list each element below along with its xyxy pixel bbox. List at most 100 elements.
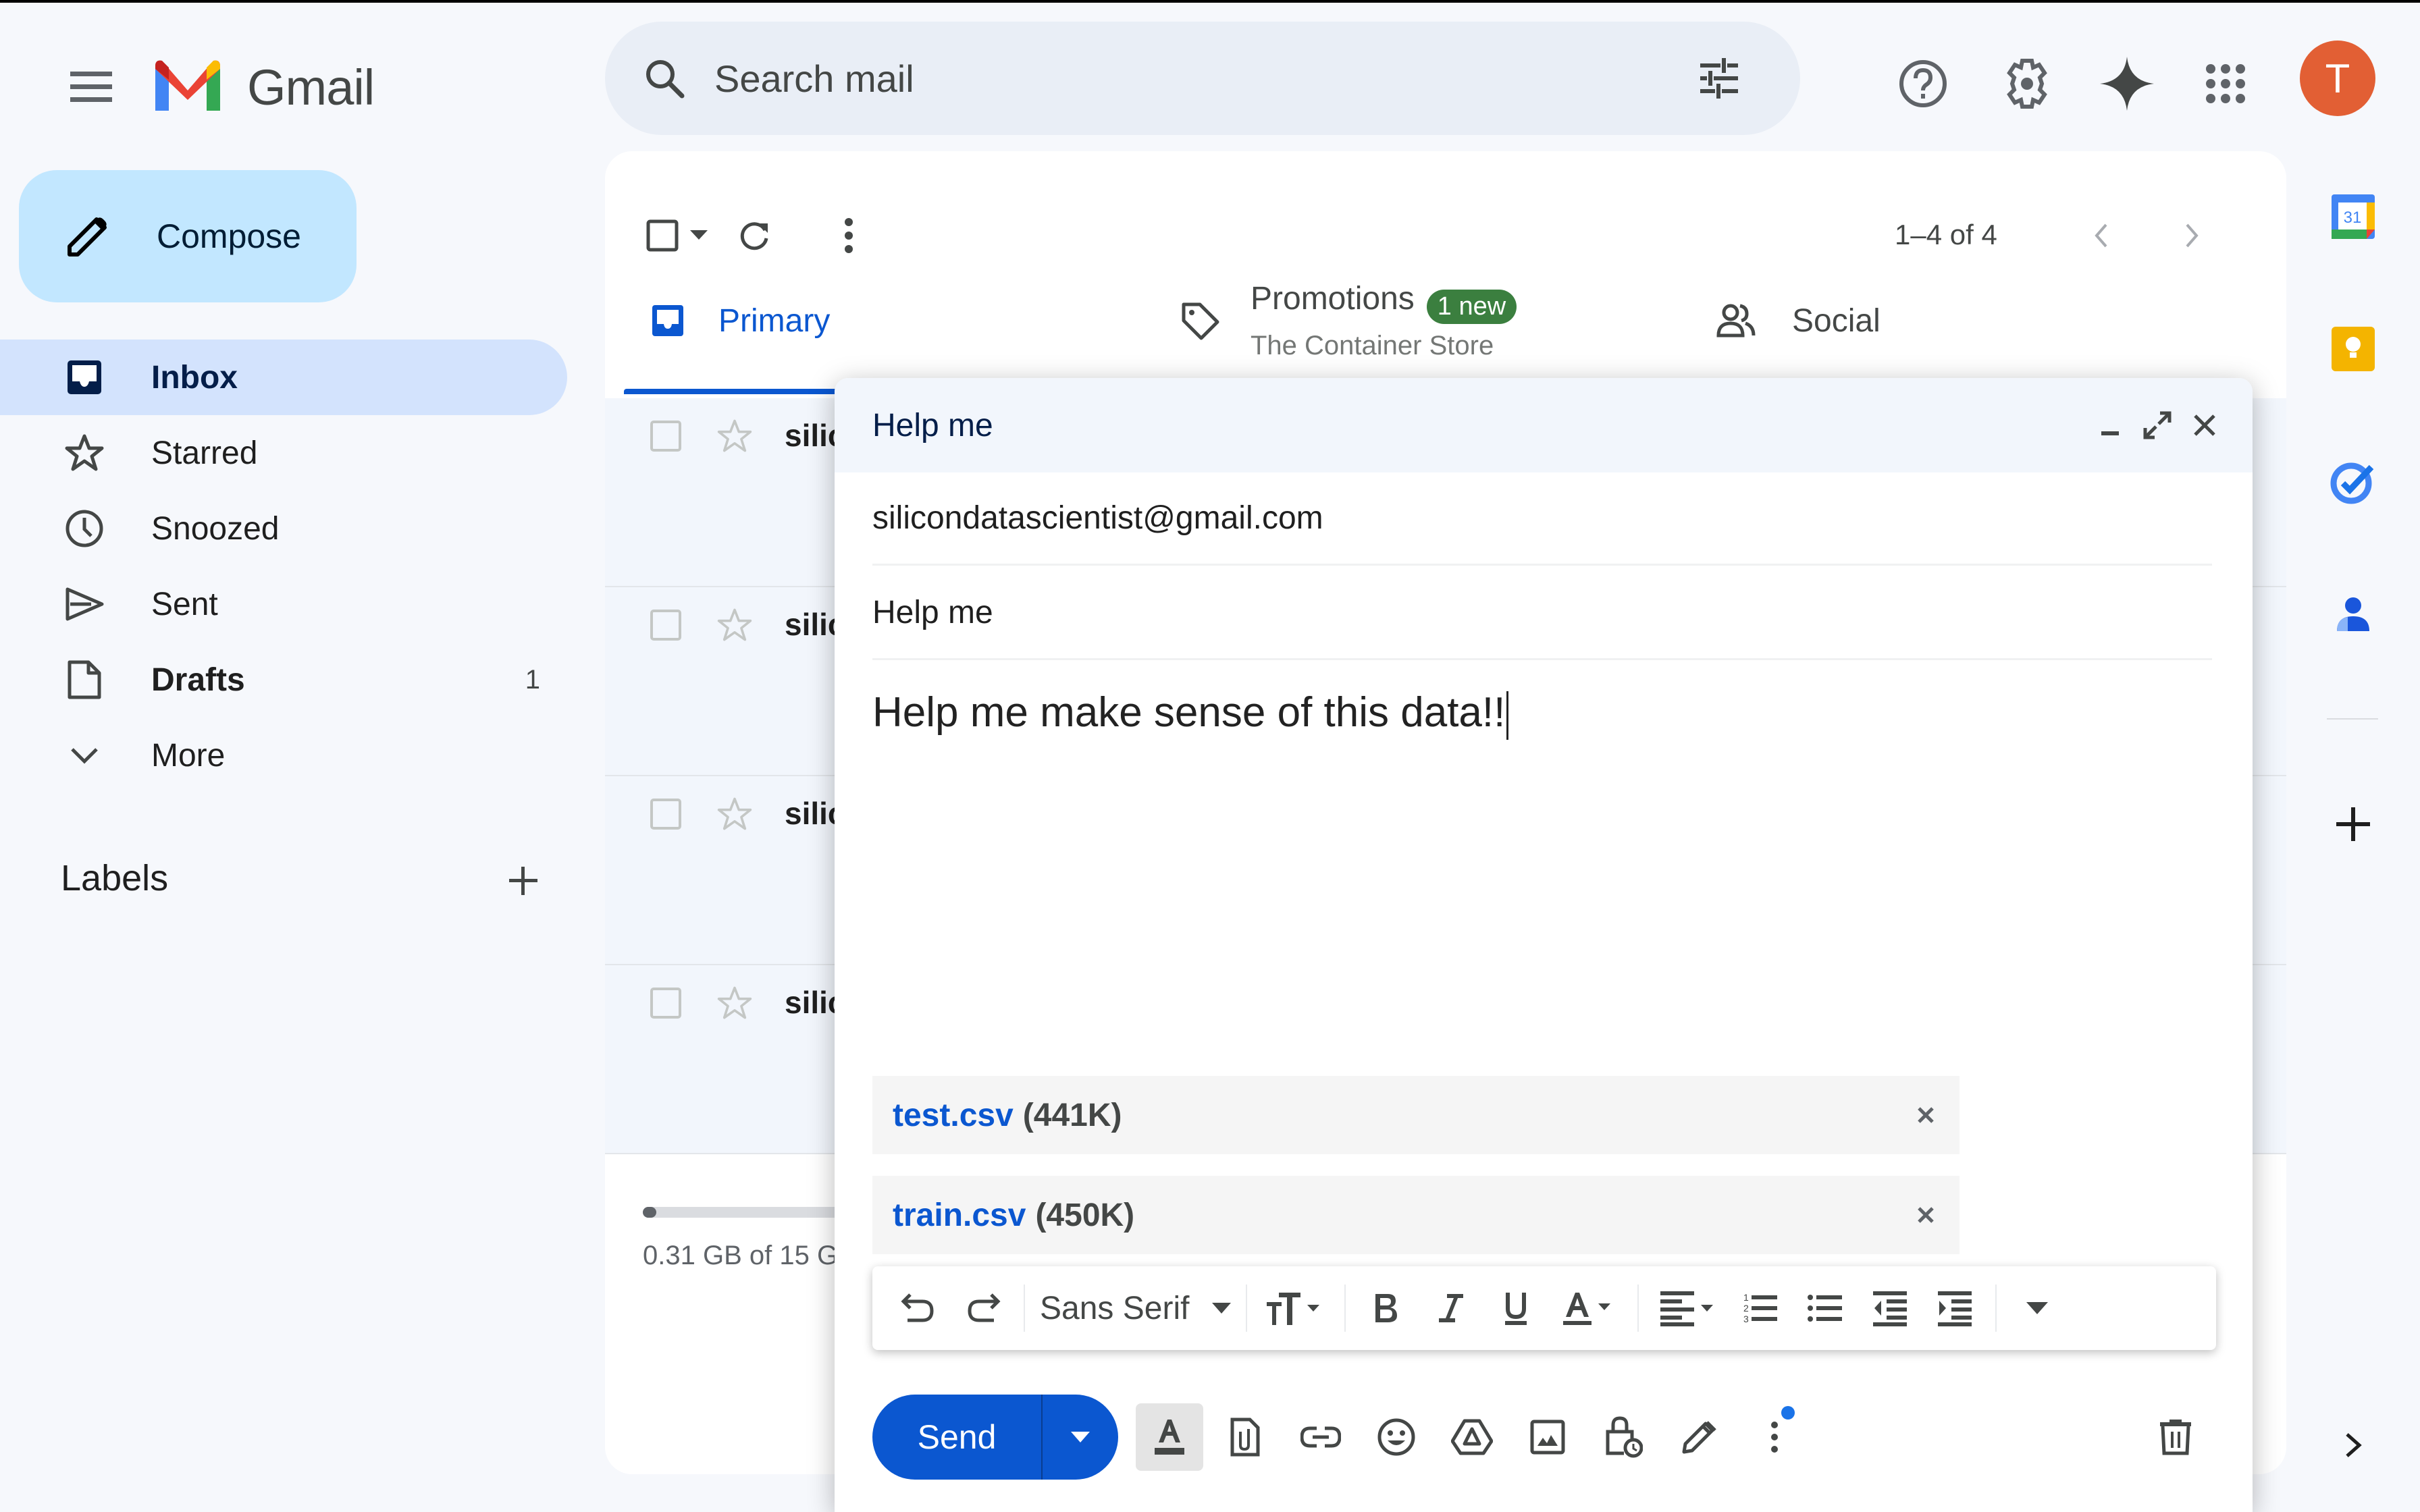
- bold-button[interactable]: [1354, 1276, 1419, 1341]
- refresh-button[interactable]: [724, 205, 785, 266]
- numbered-list-icon: 123: [1742, 1291, 1779, 1325]
- star-icon[interactable]: [716, 606, 754, 644]
- search-bar[interactable]: Search mail: [605, 22, 1800, 135]
- star-icon[interactable]: [716, 795, 754, 833]
- fullscreen-button[interactable]: [2134, 402, 2181, 449]
- confidential-mode-button[interactable]: [1589, 1403, 1657, 1471]
- italic-icon: [1438, 1291, 1465, 1325]
- message-body-text[interactable]: Help me make sense of this data!!: [872, 689, 1505, 736]
- sidebar-item-snoozed[interactable]: Snoozed: [0, 491, 567, 566]
- row-checkbox[interactable]: [647, 606, 685, 644]
- discard-draft-button[interactable]: [2142, 1403, 2209, 1471]
- more-options-button[interactable]: [818, 205, 879, 266]
- sidebar-item-label: More: [151, 737, 226, 774]
- keep-app-button[interactable]: [2323, 319, 2384, 379]
- tab-label: Social: [1792, 302, 1880, 339]
- formatting-options-button[interactable]: [1136, 1403, 1203, 1471]
- schedule-send-dropdown[interactable]: [1043, 1395, 1118, 1480]
- insert-drive-file-button[interactable]: [1438, 1403, 1506, 1471]
- row-checkbox[interactable]: [647, 417, 685, 455]
- older-button[interactable]: [2162, 205, 2223, 266]
- sidebar-item-count: 1: [525, 664, 540, 695]
- undo-button[interactable]: [886, 1276, 951, 1341]
- gmail-logo[interactable]: Gmail: [151, 50, 375, 124]
- sidebar-item-starred[interactable]: Starred: [0, 415, 567, 491]
- more-vert-icon: [1769, 1420, 1780, 1455]
- tab-social[interactable]: Social: [1712, 270, 1880, 371]
- insert-emoji-button[interactable]: [1363, 1403, 1430, 1471]
- attachment-name[interactable]: test.csv: [893, 1097, 1014, 1134]
- account-avatar[interactable]: T: [2300, 40, 2375, 116]
- attach-file-button[interactable]: [1211, 1403, 1279, 1471]
- main-menu-button[interactable]: [54, 50, 128, 124]
- font-family-select[interactable]: Sans Serif: [1033, 1276, 1238, 1341]
- show-side-panel-button[interactable]: [2323, 1415, 2384, 1476]
- bulleted-list-button[interactable]: [1793, 1276, 1858, 1341]
- search-icon[interactable]: [637, 51, 691, 105]
- attachment-chip[interactable]: test.csv (441K): [872, 1076, 1959, 1154]
- sidebar-item-more[interactable]: More: [0, 718, 567, 793]
- create-label-button[interactable]: [500, 857, 547, 905]
- attachment-chip[interactable]: train.csv (450K): [872, 1176, 1959, 1254]
- calendar-app-button[interactable]: 31: [2323, 186, 2384, 247]
- italic-button[interactable]: [1419, 1276, 1483, 1341]
- tab-primary[interactable]: Primary: [644, 270, 830, 371]
- numbered-list-button[interactable]: 123: [1728, 1276, 1793, 1341]
- remove-attachment-button[interactable]: [1905, 1195, 1946, 1235]
- minimize-button[interactable]: [2086, 402, 2134, 449]
- to-recipient[interactable]: silicondatascientist@gmail.com: [872, 500, 1323, 537]
- help-button[interactable]: [1883, 43, 1964, 124]
- newer-button[interactable]: [2070, 205, 2131, 266]
- select-dropdown-button[interactable]: [682, 205, 716, 266]
- redo-icon: [966, 1291, 1001, 1326]
- decrease-indent-button[interactable]: [1858, 1276, 1922, 1341]
- subject-field[interactable]: Help me: [872, 567, 2212, 660]
- apps-button[interactable]: [2185, 43, 2266, 124]
- star-icon[interactable]: [716, 984, 754, 1022]
- attachment-name[interactable]: train.csv: [893, 1197, 1026, 1234]
- toolbar-separator: [1024, 1285, 1025, 1332]
- to-field[interactable]: silicondatascientist@gmail.com: [872, 473, 2212, 566]
- tasks-app-button[interactable]: [2323, 451, 2384, 512]
- get-addons-button[interactable]: [2323, 794, 2384, 855]
- compose-button[interactable]: Compose: [19, 170, 357, 302]
- more-options-button[interactable]: [1741, 1403, 1808, 1471]
- apps-grid-icon: [2205, 63, 2246, 104]
- people-icon: [1712, 297, 1760, 344]
- insert-signature-button[interactable]: [1665, 1403, 1733, 1471]
- increase-indent-button[interactable]: [1922, 1276, 1987, 1341]
- draft-icon: [61, 656, 108, 703]
- close-compose-button[interactable]: [2181, 402, 2228, 449]
- compose-header[interactable]: Help me: [835, 378, 2253, 473]
- search-input[interactable]: Search mail: [714, 57, 1692, 101]
- storage-usage-text: 0.31 GB of 15 G: [643, 1241, 839, 1270]
- more-formatting-button[interactable]: [2005, 1276, 2070, 1341]
- underline-button[interactable]: [1483, 1276, 1548, 1341]
- sidebar-item-drafts[interactable]: Drafts 1: [0, 642, 567, 718]
- message-body[interactable]: Help me make sense of this data!!: [872, 688, 1509, 740]
- settings-button[interactable]: [1987, 43, 2068, 124]
- align-button[interactable]: [1647, 1276, 1728, 1341]
- row-checkbox[interactable]: [647, 984, 685, 1022]
- remove-attachment-button[interactable]: [1905, 1095, 1946, 1135]
- sidebar-item-label: Snoozed: [151, 510, 280, 547]
- sidebar-item-sent[interactable]: Sent: [0, 566, 567, 642]
- subject-value[interactable]: Help me: [872, 594, 993, 631]
- indent-decrease-icon: [1872, 1290, 1908, 1326]
- star-icon[interactable]: [716, 417, 754, 455]
- tab-label: Primary: [718, 302, 831, 339]
- contacts-app-button[interactable]: [2323, 583, 2384, 644]
- redo-button[interactable]: [951, 1276, 1016, 1341]
- tab-promotions[interactable]: Promotions 1 new The Container Store: [1176, 270, 1517, 371]
- font-size-button[interactable]: [1255, 1276, 1336, 1341]
- send-button[interactable]: Send: [872, 1395, 1043, 1480]
- pencil-icon: [61, 209, 115, 263]
- insert-photo-button[interactable]: [1514, 1403, 1581, 1471]
- text-color-button[interactable]: [1548, 1276, 1629, 1341]
- row-checkbox[interactable]: [647, 795, 685, 833]
- sidebar-item-inbox[interactable]: Inbox: [0, 340, 567, 415]
- gemini-button[interactable]: [2086, 43, 2167, 124]
- insert-link-button[interactable]: [1287, 1403, 1354, 1471]
- font-family-value: Sans Serif: [1040, 1290, 1190, 1326]
- search-options-icon[interactable]: [1692, 51, 1746, 105]
